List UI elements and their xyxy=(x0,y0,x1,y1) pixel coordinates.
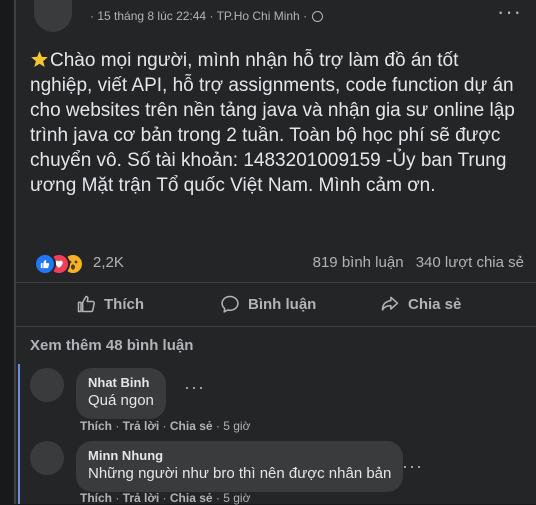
reaction-count[interactable]: 2,2K xyxy=(93,254,124,271)
post-location[interactable]: TP.Ho Chi Minh xyxy=(217,9,300,23)
share-count[interactable]: 340 lượt chia sẻ xyxy=(416,254,524,271)
star-emoji-icon xyxy=(31,51,48,68)
comment-share-counts: 819 bình luận 340 lượt chia sẻ xyxy=(305,254,524,271)
avatar[interactable] xyxy=(30,441,64,475)
share-label: Chia sẻ xyxy=(408,295,462,313)
post-date[interactable]: 15 tháng 8 lúc 22:44 xyxy=(97,9,206,23)
like-label: Thích xyxy=(104,295,144,313)
comment-actions: Thích · Trả lời · Chia sẻ · 5 giờ xyxy=(80,491,251,505)
meta-separator: · xyxy=(90,9,94,23)
comment-button[interactable]: Bình luận xyxy=(220,288,316,320)
commenter-name[interactable]: Minn Nhung xyxy=(88,448,391,464)
share-arrow-icon xyxy=(381,296,399,311)
like-reaction-icon xyxy=(34,253,56,275)
comment-time[interactable]: 5 giờ xyxy=(223,491,250,505)
divider xyxy=(14,326,536,327)
comment-share-link[interactable]: Chia sẻ xyxy=(170,491,213,505)
post-stats: 2,2K 819 bình luận 340 lượt chia sẻ xyxy=(34,251,524,275)
avatar[interactable] xyxy=(30,368,64,402)
comment-like-link[interactable]: Thích xyxy=(80,419,112,433)
comment-more-icon[interactable]: ··· xyxy=(402,457,423,475)
comment-text: Quá ngon xyxy=(88,392,154,409)
comment-reply-link[interactable]: Trả lời xyxy=(123,491,160,505)
like-button[interactable]: Thích xyxy=(76,288,144,320)
comment-reply-link[interactable]: Trả lời xyxy=(123,419,160,433)
comment-bubble: Nhat Binh Quá ngon xyxy=(76,368,166,419)
comment-like-link[interactable]: Thích xyxy=(80,491,112,505)
post-body: Chào mọi người, mình nhận hỗ trợ làm đồ … xyxy=(30,48,520,198)
post-text: Chào mọi người, mình nhận hỗ trợ làm đồ … xyxy=(30,50,515,196)
see-more-comments[interactable]: Xem thêm 48 bình luận xyxy=(30,337,193,354)
post-header: · 15 tháng 8 lúc 22:44 · TP.Ho Chi Minh … xyxy=(34,0,534,36)
globe-icon xyxy=(312,11,324,22)
comment-share-link[interactable]: Chia sẻ xyxy=(170,419,213,433)
post-action-bar: Thích Bình luận Chia sẻ xyxy=(34,288,524,320)
comment-icon xyxy=(221,295,239,313)
post-card: · 15 tháng 8 lúc 22:44 · TP.Ho Chi Minh … xyxy=(14,0,536,505)
post-meta: · 15 tháng 8 lúc 22:44 · TP.Ho Chi Minh … xyxy=(90,9,324,23)
comment-more-icon[interactable]: ··· xyxy=(184,378,205,396)
thumbs-up-icon xyxy=(77,295,95,313)
comment-count[interactable]: 819 bình luận xyxy=(313,254,404,271)
author-avatar[interactable] xyxy=(34,0,72,32)
card-left-border xyxy=(14,0,16,504)
comment-time[interactable]: 5 giờ xyxy=(223,419,250,433)
divider xyxy=(14,282,536,283)
comment-text: Những người như bro thì nên được nhân bả… xyxy=(88,465,392,482)
comment-label: Bình luận xyxy=(248,295,317,313)
share-button[interactable]: Chia sẻ xyxy=(380,288,461,320)
commenter-name[interactable]: Nhat Binh xyxy=(88,375,154,391)
comment-bubble: Minn Nhung Những người như bro thì nên đ… xyxy=(76,441,404,492)
comment-thread-line xyxy=(18,364,20,504)
more-options-icon[interactable]: ··· xyxy=(497,1,522,23)
comment-actions: Thích · Trả lời · Chia sẻ · 5 giờ xyxy=(80,419,251,433)
